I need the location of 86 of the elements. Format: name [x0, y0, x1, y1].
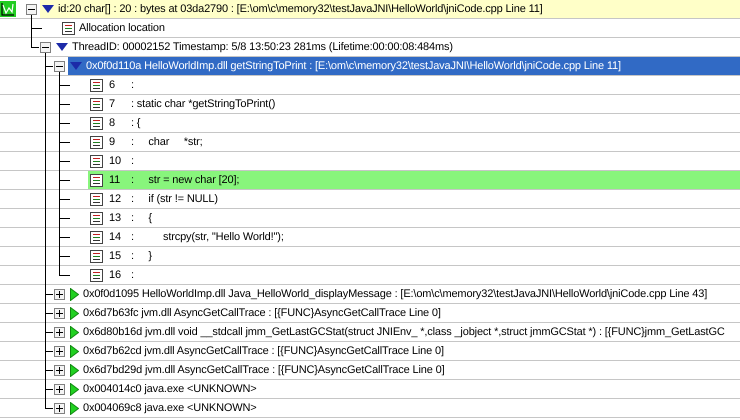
plus-icon: [56, 329, 63, 336]
source-line: 6 :: [108, 79, 134, 91]
source-line: 14 : strcpy(str, "Hello World!");: [108, 231, 284, 243]
document-icon: [90, 174, 103, 186]
right-triangle-icon: [70, 288, 79, 300]
source-line: 8 : {: [108, 117, 140, 129]
tree-item[interactable]: id:20 char[] : 20 : bytes at 03da2790 : [E:\om\c\memory32\testJavaJNI\HelloWorld\jniCode.cpp Line 11]: [40, 0, 740, 18]
source-line: 10 :: [108, 155, 134, 167]
tree-item[interactable]: 0x0f0d1095 HelloWorldImp.dll Java_HelloWorld_displayMessage : [E:\om\c\memory32\testJavaJNI\HelloWorld\jniCode.cpp Line 43]: [68, 285, 740, 303]
source-line: 11 : str = new char [20];: [108, 174, 240, 186]
tree-item[interactable]: 0x6d7bd29d jvm.dll AsyncGetCallTrace : [{FUNC}AsyncGetCallTrace Line 0]: [68, 361, 740, 379]
document-icon: [90, 98, 103, 110]
row-label: id:20 char[] : 20 : bytes at 03da2790 : [E:\om\c\memory32\testJavaJNI\HelloWorld\jniCode.cpp Line 11]: [58, 3, 543, 15]
source-line: 15 : }: [108, 250, 152, 262]
document-icon: [62, 22, 75, 34]
right-triangle-icon: [70, 402, 79, 414]
expand-button[interactable]: [54, 346, 65, 357]
down-triangle-icon: [42, 5, 54, 13]
row-label: 0x004069c8 java.exe <UNKNOWN>: [83, 402, 257, 414]
row-label: 0x0f0d1095 HelloWorldImp.dll Java_HelloWorld_displayMessage : [E:\om\c\memory32\testJavaJNI\HelloWorld\jniCode.cpp Line 43]: [83, 288, 708, 300]
tree-item[interactable]: 11 : str = new char [20];: [88, 171, 740, 189]
down-triangle-icon: [70, 62, 82, 70]
source-line: 12 : if (str != NULL): [108, 193, 218, 205]
row-label: 0x6d80b16d jvm.dll void __stdcall jmm_GetLastGCStat(struct JNIEnv_ *,class _jobject *,struct jmmGCStat *) : [{FUNC}jmm_GetLastGC: [83, 326, 725, 338]
tree-item[interactable]: 0x004014c0 java.exe <UNKNOWN>: [68, 380, 740, 398]
tree-item[interactable]: 13 : {: [88, 209, 740, 227]
minus-icon: [56, 63, 63, 70]
right-triangle-icon: [70, 326, 79, 338]
plus-icon: [56, 310, 63, 317]
plus-icon: [56, 405, 63, 412]
tree-item[interactable]: Allocation location: [60, 19, 740, 37]
plus-icon: [56, 291, 63, 298]
expand-button[interactable]: [54, 365, 65, 376]
plus-icon: [56, 386, 63, 393]
tree-item[interactable]: 7 : static char *getStringToPrint(): [88, 95, 740, 113]
document-icon: [90, 136, 103, 148]
tree-item[interactable]: 0x6d80b16d jvm.dll void __stdcall jmm_GetLastGCStat(struct JNIEnv_ *,class _jobject *,struct jmmGCStat *) : [{FUNC}jmm_GetLastGC: [68, 323, 740, 341]
document-icon: [90, 154, 103, 168]
document-icon: [90, 268, 103, 282]
row-label: 0x004014c0 java.exe <UNKNOWN>: [83, 383, 257, 395]
right-triangle-icon: [70, 364, 79, 376]
tree-item[interactable]: 8 : {: [88, 114, 740, 132]
tree-item[interactable]: 12 : if (str != NULL): [88, 190, 740, 208]
document-icon: [90, 78, 103, 92]
minus-icon: [42, 44, 49, 51]
tree-item[interactable]: 15 : }: [88, 247, 740, 265]
collapse-button[interactable]: [40, 42, 51, 53]
tree-item[interactable]: 16 :: [88, 266, 740, 284]
tree-item[interactable]: 0x6d7b63fc jvm.dll AsyncGetCallTrace : [{FUNC}AsyncGetCallTrace Line 0]: [68, 304, 740, 322]
tree-item[interactable]: 6 :: [88, 76, 740, 94]
tree-item[interactable]: 0x0f0d110a HelloWorldImp.dll getStringToPrint : [E:\om\c\memory32\testJavaJNI\HelloWorld\jniCode.cpp Line 11]: [68, 57, 740, 75]
tree-item[interactable]: 14 : strcpy(str, "Hello World!");: [88, 228, 740, 246]
document-icon: [90, 192, 103, 206]
expand-button[interactable]: [54, 327, 65, 338]
tree-item[interactable]: ThreadID: 00002152 Timestamp: 5/8 13:50:23 281ms (Lifetime:00:00:08:484ms): [54, 38, 740, 56]
plus-icon: [56, 367, 63, 374]
plus-icon: [56, 348, 63, 355]
right-triangle-icon: [70, 306, 79, 320]
collapse-button[interactable]: [54, 61, 65, 72]
row-label: 0x0f0d110a HelloWorldImp.dll getStringToPrint : [E:\om\c\memory32\testJavaJNI\HelloWorld\jniCode.cpp Line 11]: [86, 60, 621, 72]
document-icon: [90, 250, 103, 262]
source-line: 7 : static char *getStringToPrint(): [108, 98, 276, 110]
expand-button[interactable]: [54, 308, 65, 319]
expand-button[interactable]: [54, 289, 65, 300]
row-label: 0x6d7bd29d jvm.dll AsyncGetCallTrace : [{FUNC}AsyncGetCallTrace Line 0]: [83, 364, 444, 376]
source-line: 9 : char *str;: [108, 136, 203, 148]
right-triangle-icon: [70, 382, 79, 396]
minus-icon: [28, 6, 35, 13]
collapse-button[interactable]: [26, 4, 37, 15]
expand-button[interactable]: [54, 403, 65, 414]
row-label: 0x6d7b62cd jvm.dll AsyncGetCallTrace : [{FUNC}AsyncGetCallTrace Line 0]: [83, 345, 444, 357]
document-icon: [90, 116, 103, 130]
document-icon: [90, 212, 103, 224]
tree-item[interactable]: 0x004069c8 java.exe <UNKNOWN>: [68, 399, 740, 417]
tree-item[interactable]: 9 : char *str;: [88, 133, 740, 151]
source-line: 16 :: [108, 269, 134, 281]
right-triangle-icon: [70, 344, 79, 358]
down-triangle-icon: [56, 43, 68, 51]
row-label: Allocation location: [79, 22, 165, 34]
row-label: ThreadID: 00002152 Timestamp: 5/8 13:50:23 281ms (Lifetime:00:00:08:484ms): [72, 41, 453, 53]
source-line: 13 : {: [108, 212, 152, 224]
row-label: 0x6d7b63fc jvm.dll AsyncGetCallTrace : [{FUNC}AsyncGetCallTrace Line 0]: [83, 307, 441, 319]
tree-item[interactable]: 0x6d7b62cd jvm.dll AsyncGetCallTrace : [{FUNC}AsyncGetCallTrace Line 0]: [68, 342, 740, 360]
expand-button[interactable]: [54, 384, 65, 395]
document-icon: [90, 230, 103, 244]
tree-item[interactable]: 10 :: [88, 152, 740, 170]
